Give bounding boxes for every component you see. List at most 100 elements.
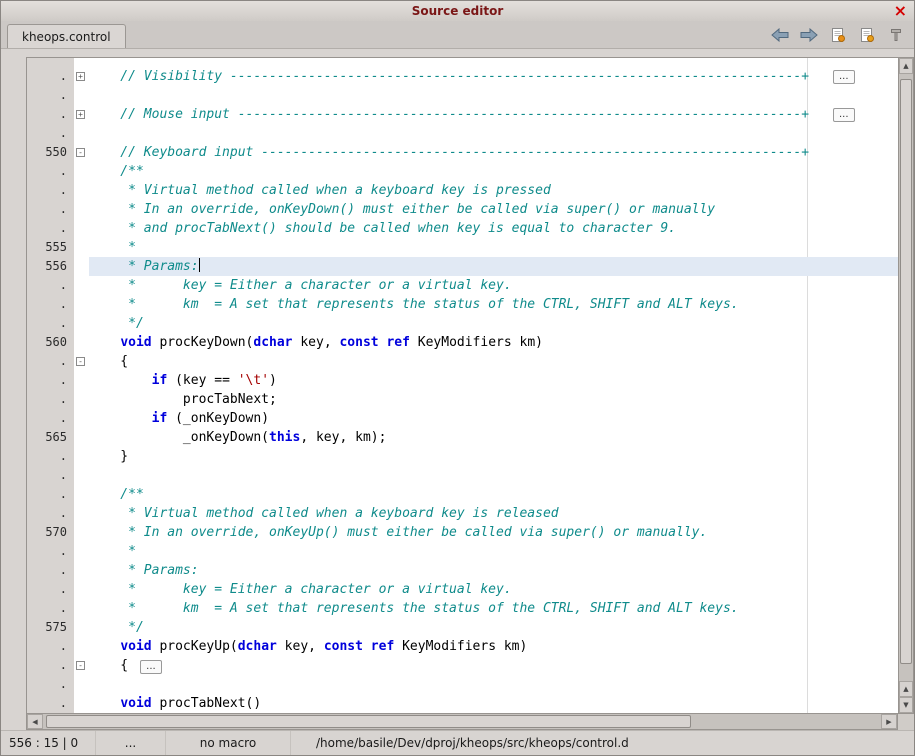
code-text[interactable]: * Params: bbox=[89, 561, 898, 580]
code-line[interactable]: . procTabNext; bbox=[27, 390, 898, 409]
titlebar[interactable]: Source editor × bbox=[1, 1, 914, 21]
code-line[interactable]: . * km = A set that represents the statu… bbox=[27, 599, 898, 618]
code-area[interactable]: ..+ // Visibility ----------------------… bbox=[27, 58, 898, 713]
code-text[interactable]: * bbox=[89, 542, 898, 561]
vscroll-thumb[interactable] bbox=[900, 79, 912, 664]
code-text[interactable]: {... bbox=[89, 656, 898, 675]
code-text[interactable]: void procKeyDown(dchar key, const ref Ke… bbox=[89, 333, 898, 352]
code-text[interactable]: */ bbox=[89, 314, 898, 333]
horizontal-scrollbar[interactable]: ◀ ▶ bbox=[26, 714, 898, 730]
code-line[interactable]: . bbox=[27, 466, 898, 485]
fold-toggle-icon[interactable]: + bbox=[76, 110, 85, 119]
scroll-left-icon[interactable]: ◀ bbox=[27, 714, 43, 729]
code-text[interactable]: * key = Either a character or a virtual … bbox=[89, 276, 898, 295]
code-line[interactable]: . void procKeyUp(dchar key, const ref Ke… bbox=[27, 637, 898, 656]
code-text[interactable]: * Virtual method called when a keyboard … bbox=[89, 181, 898, 200]
code-line[interactable]: 565 _onKeyDown(this, key, km); bbox=[27, 428, 898, 447]
code-line[interactable]: . if (_onKeyDown) bbox=[27, 409, 898, 428]
go-forward-icon[interactable] bbox=[799, 25, 819, 45]
code-line[interactable]: . /** bbox=[27, 485, 898, 504]
code-text[interactable] bbox=[89, 675, 898, 694]
document-save-icon[interactable] bbox=[828, 25, 848, 45]
code-text[interactable]: // Mouse input -------------------------… bbox=[89, 105, 898, 124]
code-line[interactable]: . if (key == '\t') bbox=[27, 371, 898, 390]
code-line[interactable]: . * key = Either a character or a virtua… bbox=[27, 276, 898, 295]
code-line[interactable]: 570 * In an override, onKeyUp() must eit… bbox=[27, 523, 898, 542]
scroll-right-icon[interactable]: ▶ bbox=[881, 714, 897, 729]
collapsed-fold-box[interactable]: ... bbox=[140, 660, 162, 674]
code-line[interactable]: 575 */ bbox=[27, 618, 898, 637]
code-line[interactable]: 555 * bbox=[27, 238, 898, 257]
code-text[interactable]: if (_onKeyDown) bbox=[89, 409, 898, 428]
code-line[interactable]: 550- // Keyboard input -----------------… bbox=[27, 143, 898, 162]
code-line[interactable]: . bbox=[27, 86, 898, 105]
code-line[interactable]: 560 void procKeyDown(dchar key, const re… bbox=[27, 333, 898, 352]
code-line[interactable]: . * Params: bbox=[27, 561, 898, 580]
code-text[interactable] bbox=[89, 466, 898, 485]
code-text[interactable]: */ bbox=[89, 618, 898, 637]
code-line[interactable]: .- {... bbox=[27, 656, 898, 675]
code-text[interactable] bbox=[89, 58, 898, 67]
code-line[interactable]: . * Virtual method called when a keyboar… bbox=[27, 181, 898, 200]
detach-icon[interactable] bbox=[886, 25, 906, 45]
document-save-as-icon[interactable] bbox=[857, 25, 877, 45]
code-line[interactable]: . /** bbox=[27, 162, 898, 181]
code-line[interactable]: . } bbox=[27, 447, 898, 466]
code-text[interactable]: if (key == '\t') bbox=[89, 371, 898, 390]
code-text[interactable]: * Virtual method called when a keyboard … bbox=[89, 504, 898, 523]
code-line[interactable]: . bbox=[27, 675, 898, 694]
code-line[interactable]: .+ // Mouse input ----------------------… bbox=[27, 105, 898, 124]
code-text[interactable] bbox=[89, 86, 898, 105]
code-line[interactable]: . */ bbox=[27, 314, 898, 333]
fold-toggle-icon[interactable]: - bbox=[76, 148, 85, 157]
code-line[interactable]: . bbox=[27, 124, 898, 143]
code-line[interactable]: . bbox=[27, 58, 898, 67]
code-text[interactable]: /** bbox=[89, 485, 898, 504]
fold-toggle-icon[interactable]: - bbox=[76, 661, 85, 670]
vscroll-track[interactable] bbox=[899, 74, 913, 681]
code-editor[interactable]: ..+ // Visibility ----------------------… bbox=[26, 57, 898, 714]
scroll-up-icon[interactable]: ▲ bbox=[899, 681, 913, 697]
code-line[interactable]: . * km = A set that represents the statu… bbox=[27, 295, 898, 314]
code-line[interactable]: . void procTabNext() bbox=[27, 694, 898, 713]
code-text[interactable]: * key = Either a character or a virtual … bbox=[89, 580, 898, 599]
code-text[interactable]: * Params: bbox=[89, 257, 898, 276]
code-line[interactable]: .- { bbox=[27, 352, 898, 371]
hscroll-track[interactable] bbox=[43, 714, 881, 729]
scroll-up-icon[interactable]: ▲ bbox=[899, 58, 913, 74]
source-editor-window: Source editor × kheops.control bbox=[0, 0, 915, 756]
code-line[interactable]: .+ // Visibility -----------------------… bbox=[27, 67, 898, 86]
code-text[interactable]: void procKeyUp(dchar key, const ref KeyM… bbox=[89, 637, 898, 656]
code-text[interactable]: _onKeyDown(this, key, km); bbox=[89, 428, 898, 447]
code-text[interactable]: * km = A set that represents the status … bbox=[89, 295, 898, 314]
code-line[interactable]: . * key = Either a character or a virtua… bbox=[27, 580, 898, 599]
code-text[interactable]: procTabNext; bbox=[89, 390, 898, 409]
code-text[interactable]: { bbox=[89, 352, 898, 371]
fold-toggle-icon[interactable]: + bbox=[76, 72, 85, 81]
code-text[interactable]: * and procTabNext() should be called whe… bbox=[89, 219, 898, 238]
code-text[interactable]: // Keyboard input ----------------------… bbox=[89, 143, 898, 162]
code-line[interactable]: . * and procTabNext() should be called w… bbox=[27, 219, 898, 238]
hscroll-thumb[interactable] bbox=[46, 715, 691, 728]
code-line[interactable]: 556 * Params: bbox=[27, 257, 898, 276]
code-text[interactable] bbox=[89, 124, 898, 143]
collapsed-fold-box[interactable]: ... bbox=[833, 108, 855, 122]
code-text[interactable]: } bbox=[89, 447, 898, 466]
code-text[interactable]: * bbox=[89, 238, 898, 257]
code-text[interactable]: * In an override, onKeyUp() must either … bbox=[89, 523, 898, 542]
code-text[interactable]: // Visibility --------------------------… bbox=[89, 67, 898, 86]
code-line[interactable]: . * Virtual method called when a keyboar… bbox=[27, 504, 898, 523]
code-text[interactable]: * km = A set that represents the status … bbox=[89, 599, 898, 618]
fold-toggle-icon[interactable]: - bbox=[76, 357, 85, 366]
tab-kheops-control[interactable]: kheops.control bbox=[7, 24, 126, 48]
vertical-scrollbar[interactable]: ▲ ▲ ▼ bbox=[898, 57, 914, 714]
collapsed-fold-box[interactable]: ... bbox=[833, 70, 855, 84]
go-back-icon[interactable] bbox=[770, 25, 790, 45]
code-text[interactable]: void procTabNext() bbox=[89, 694, 898, 713]
code-text[interactable]: /** bbox=[89, 162, 898, 181]
code-line[interactable]: . * In an override, onKeyDown() must eit… bbox=[27, 200, 898, 219]
scroll-down-icon[interactable]: ▼ bbox=[899, 697, 913, 713]
code-line[interactable]: . * bbox=[27, 542, 898, 561]
close-icon[interactable]: × bbox=[894, 1, 907, 21]
code-text[interactable]: * In an override, onKeyDown() must eithe… bbox=[89, 200, 898, 219]
